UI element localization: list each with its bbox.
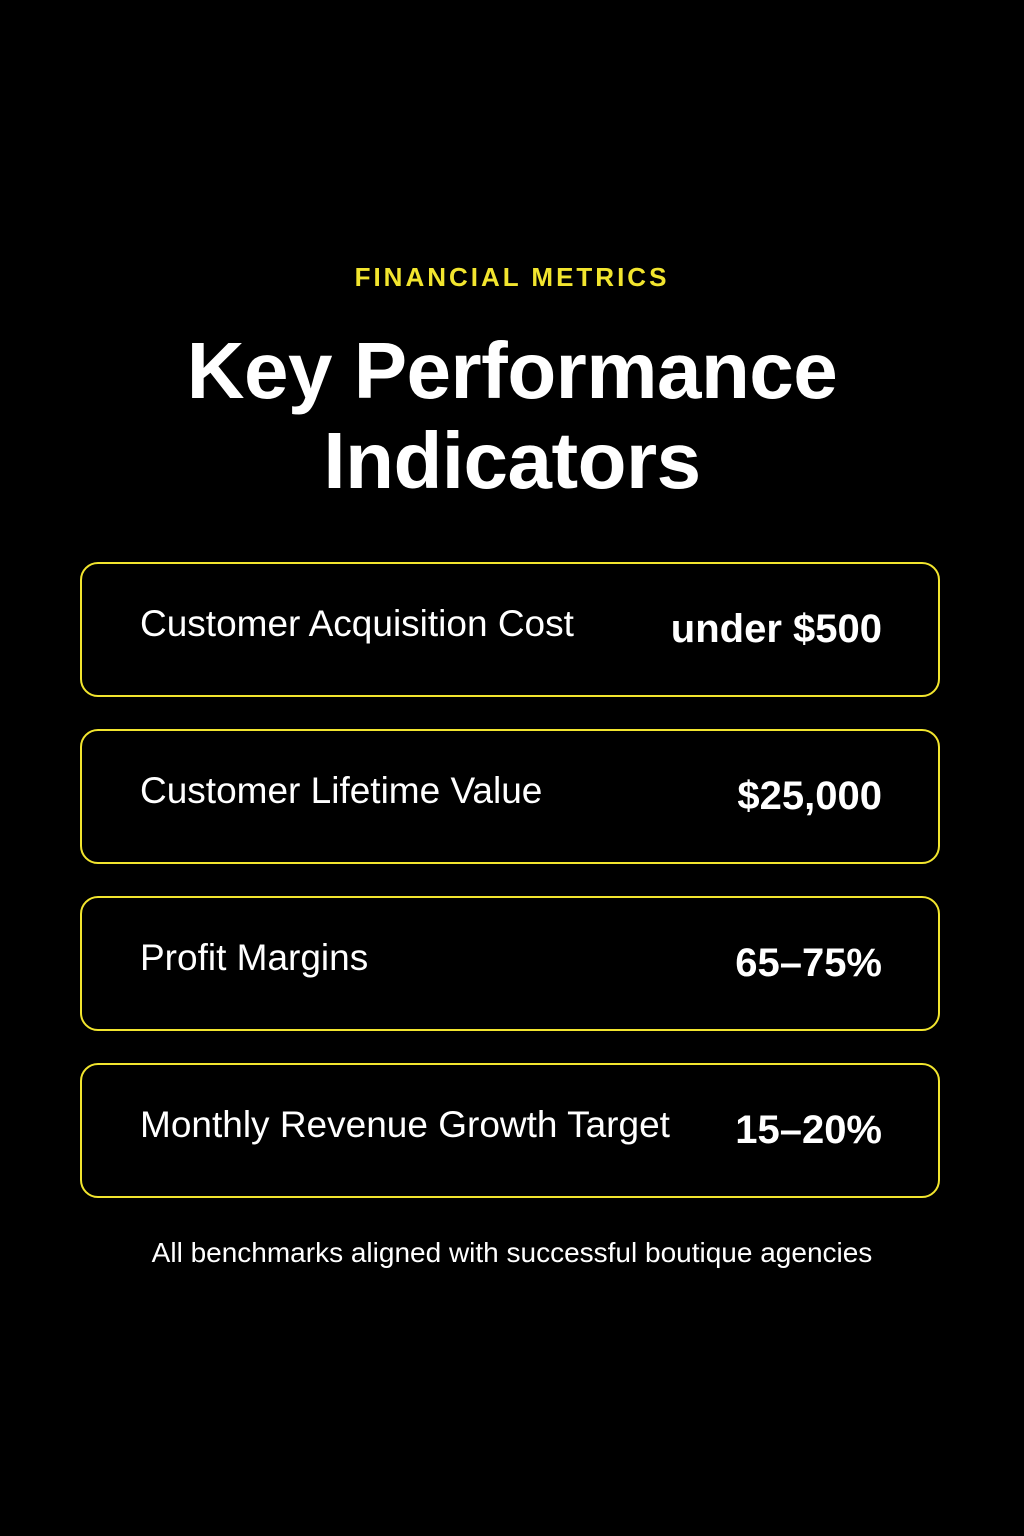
metric-label: Customer Acquisition Cost bbox=[140, 602, 574, 644]
metric-value: $25,000 bbox=[737, 774, 882, 818]
metric-value: under $500 bbox=[670, 607, 882, 651]
metric-card-customer-lifetime-value: Customer Lifetime Value $25,000 bbox=[80, 729, 940, 864]
footnote: All benchmarks aligned with successful b… bbox=[151, 1237, 873, 1268]
metric-card-profit-margins: Profit Margins 65–75% bbox=[80, 896, 940, 1031]
title-line-1: Key Performance bbox=[186, 326, 838, 415]
metric-card-customer-acquisition-cost: Customer Acquisition Cost under $500 bbox=[80, 562, 940, 697]
section-eyebrow: FINANCIAL METRICS bbox=[354, 262, 670, 292]
metric-label: Monthly Revenue Growth Target bbox=[140, 1103, 670, 1145]
metric-card-monthly-revenue-growth-target: Monthly Revenue Growth Target 15–20% bbox=[80, 1063, 940, 1198]
metric-value: 65–75% bbox=[735, 941, 882, 985]
metric-label: Profit Margins bbox=[140, 936, 369, 978]
page-title: Key Performance Indicators bbox=[0, 326, 1024, 506]
metric-label: Customer Lifetime Value bbox=[140, 769, 543, 811]
title-line-2: Indicators bbox=[323, 416, 701, 505]
metric-value: 15–20% bbox=[735, 1108, 882, 1152]
